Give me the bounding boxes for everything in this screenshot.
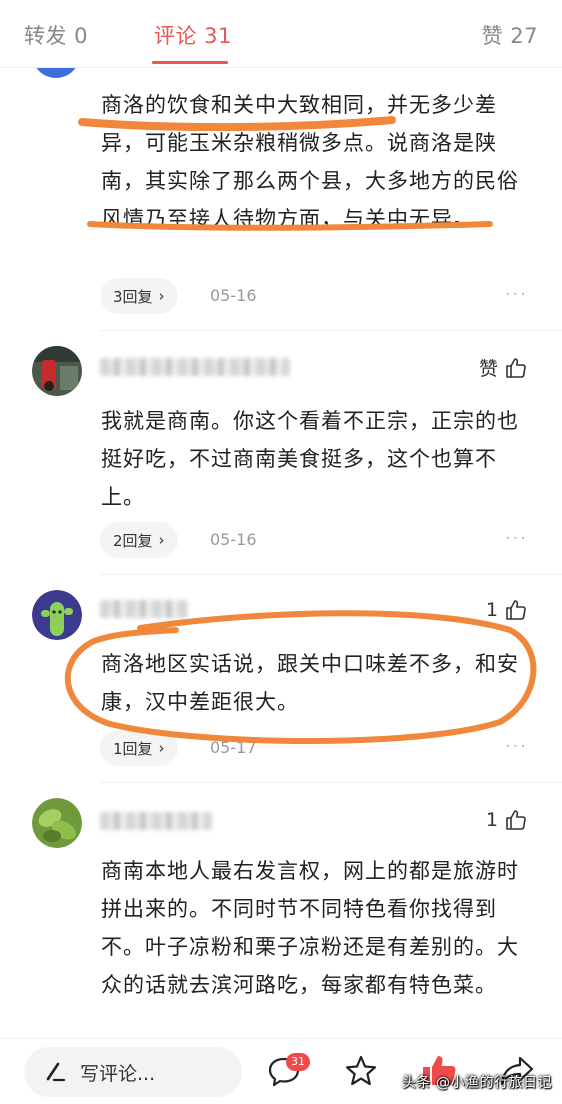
comment-count-badge: 31 bbox=[286, 1053, 310, 1071]
comment-date: 05-17 bbox=[210, 738, 257, 757]
reply-count-label: 1回复 bbox=[113, 739, 153, 758]
chevron-right-icon: › bbox=[158, 739, 165, 757]
avatar[interactable] bbox=[32, 798, 82, 848]
avatar[interactable] bbox=[32, 346, 82, 396]
thumbs-up-icon bbox=[506, 810, 526, 830]
like-count: 1 bbox=[485, 809, 498, 831]
like-button[interactable]: 1 bbox=[486, 808, 528, 832]
tab-likes[interactable]: 赞 27 bbox=[482, 20, 538, 50]
comment-text: 商洛的饮食和关中大致相同，并无多少差异，可能玉米杂粮稍微多点。说商洛是陕南，其实… bbox=[101, 93, 519, 231]
tabs-divider bbox=[0, 67, 562, 68]
tab-forward[interactable]: 转发 0 bbox=[24, 20, 88, 50]
write-comment-input[interactable]: 写评论... bbox=[24, 1047, 242, 1097]
comment-date: 05-16 bbox=[210, 530, 257, 549]
comment-divider bbox=[100, 782, 562, 783]
comment-tabs: 转发 0 评论 31 赞 27 bbox=[0, 0, 562, 68]
more-options-icon[interactable]: ··· bbox=[505, 528, 528, 549]
chevron-right-icon: › bbox=[158, 531, 165, 549]
like-label: 赞 bbox=[478, 358, 498, 380]
thumbs-up-icon bbox=[506, 600, 526, 620]
comment-divider bbox=[100, 330, 562, 331]
bottom-action-bar: 写评论... 31 bbox=[0, 1038, 562, 1104]
more-options-icon[interactable]: ··· bbox=[505, 284, 528, 305]
thumbs-up-icon bbox=[506, 357, 526, 378]
reply-count-label: 3回复 bbox=[113, 287, 153, 306]
pen-icon bbox=[46, 1062, 66, 1082]
more-options-icon[interactable]: ··· bbox=[505, 736, 528, 757]
avatar[interactable] bbox=[32, 590, 82, 640]
comment-divider bbox=[100, 574, 562, 575]
like-button[interactable]: 1 bbox=[486, 598, 528, 622]
comment-date: 05-16 bbox=[210, 286, 257, 305]
like-button[interactable]: 赞 bbox=[479, 354, 528, 381]
comment-text: 我就是商南。你这个看着不正宗，正宗的也挺好吃，不过商南美食挺多，这个也算不上。 bbox=[101, 409, 519, 509]
username-blurred[interactable] bbox=[100, 358, 290, 376]
tab-comments[interactable]: 评论 31 bbox=[154, 20, 232, 50]
comment-text: 商南本地人最右发言权，网上的都是旅游时拼出来的。不同时节不同特色看你找得到不。叶… bbox=[101, 859, 519, 997]
chevron-right-icon: › bbox=[158, 287, 165, 305]
reply-count-button[interactable]: 2回复 › bbox=[100, 522, 178, 558]
reply-count-label: 2回复 bbox=[113, 531, 153, 550]
watermark: 头条 @小渔的行旅日记 bbox=[402, 1075, 552, 1091]
reply-count-button[interactable]: 3回复 › bbox=[100, 278, 178, 314]
username-blurred[interactable] bbox=[100, 812, 212, 830]
star-icon[interactable] bbox=[343, 1053, 379, 1089]
like-count: 1 bbox=[485, 599, 498, 621]
reply-count-button[interactable]: 1回复 › bbox=[100, 730, 178, 766]
comment-text: 商洛地区实话说，跟关中口味差不多，和安康，汉中差距很大。 bbox=[101, 652, 519, 714]
write-comment-placeholder: 写评论... bbox=[80, 1062, 156, 1085]
active-tab-indicator bbox=[152, 61, 228, 64]
username-blurred[interactable] bbox=[100, 600, 188, 618]
